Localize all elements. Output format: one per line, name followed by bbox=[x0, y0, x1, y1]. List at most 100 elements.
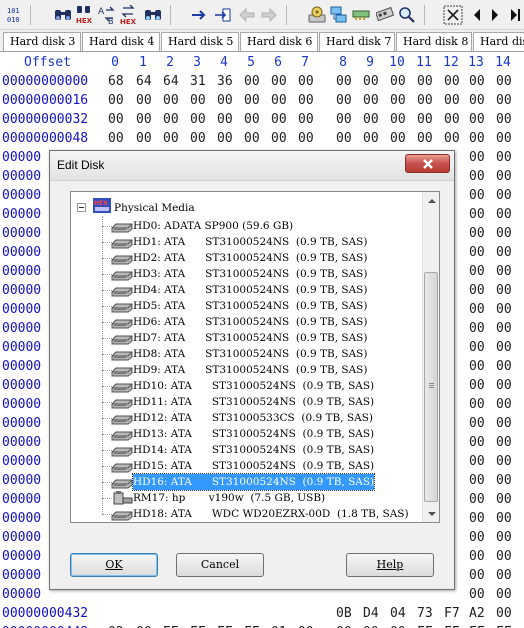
ram-icon[interactable] bbox=[350, 5, 372, 25]
tools-icon[interactable] bbox=[442, 5, 464, 25]
hex-byte[interactable]: 00 bbox=[336, 110, 358, 129]
hex-byte[interactable]: 00 bbox=[244, 72, 266, 91]
hex-byte[interactable]: FF bbox=[244, 623, 266, 628]
hex-byte[interactable]: 00 bbox=[271, 72, 293, 91]
hex-byte[interactable]: 00 bbox=[390, 623, 412, 628]
collapse-toggle[interactable] bbox=[77, 203, 86, 212]
hex-byte[interactable]: 00 bbox=[496, 357, 518, 376]
hex-byte[interactable]: 00 bbox=[496, 300, 518, 319]
hex-row[interactable]: 00000000032 00 00 00 00 00 00 00 00 00 00 00 00 00 00 0… bbox=[0, 110, 524, 129]
back-icon[interactable] bbox=[236, 5, 258, 25]
hex-byte[interactable]: 00 bbox=[469, 319, 491, 338]
hex-byte[interactable]: FF bbox=[496, 623, 518, 628]
hex-byte[interactable]: 00 bbox=[469, 357, 491, 376]
hex-byte[interactable]: 64 bbox=[163, 72, 185, 91]
tree-item-disk[interactable]: HD12: ATA ST31000533CS (0.9 TB, SAS) bbox=[133, 410, 373, 426]
tree-item-disk[interactable]: HD2: ATA ST31000524NS (0.9 TB, SAS) bbox=[133, 250, 367, 266]
hex-byte[interactable]: 68 bbox=[108, 72, 130, 91]
cancel-button[interactable]: Cancel bbox=[176, 553, 264, 577]
open-disk-icon[interactable] bbox=[306, 5, 328, 25]
hex-byte[interactable]: 00 bbox=[469, 186, 491, 205]
hex-byte[interactable]: 00 bbox=[496, 110, 518, 129]
hex-row[interactable]: 000000004480200EEFFFFFF0100000000FFFFFFF… bbox=[0, 623, 524, 628]
hex-byte[interactable]: 00 bbox=[469, 414, 491, 433]
hex-byte[interactable]: 00 bbox=[417, 91, 439, 110]
hex-byte[interactable]: 00 bbox=[217, 110, 239, 129]
hex-byte[interactable]: 00 bbox=[298, 110, 320, 129]
tree-item-disk[interactable]: HD11: ATA ST31000524NS (0.9 TB, SAS) bbox=[133, 394, 374, 410]
next-icon[interactable] bbox=[484, 5, 506, 25]
ram-icon-2[interactable] bbox=[374, 5, 396, 25]
hex-byte[interactable]: 00 bbox=[469, 585, 491, 604]
hex-byte[interactable]: 00 bbox=[298, 72, 320, 91]
hex-byte[interactable]: FF bbox=[444, 623, 466, 628]
hex-byte[interactable]: 00 bbox=[469, 129, 491, 148]
tree-root-physical-media[interactable]: Physical Media bbox=[114, 200, 195, 216]
hex-byte[interactable]: 00 bbox=[108, 91, 130, 110]
hex-byte[interactable]: 00 bbox=[469, 528, 491, 547]
hex-byte[interactable]: 00 bbox=[496, 129, 518, 148]
tab-hard-disk-6[interactable]: Hard disk 6 bbox=[240, 32, 318, 51]
close-button[interactable] bbox=[405, 154, 450, 173]
hex-byte[interactable]: 00 bbox=[469, 509, 491, 528]
hex-byte[interactable]: 00 bbox=[163, 129, 185, 148]
hex-byte[interactable]: 00 bbox=[469, 91, 491, 110]
tab-hard-disk-4[interactable]: Hard disk 4 bbox=[82, 32, 160, 51]
hex-byte[interactable]: 00 bbox=[136, 91, 158, 110]
hex-byte[interactable]: 00 bbox=[469, 395, 491, 414]
hex-byte[interactable]: 00 bbox=[496, 395, 518, 414]
hex-byte[interactable]: FF bbox=[469, 623, 491, 628]
forward-icon[interactable] bbox=[258, 5, 280, 25]
tree-item-disk[interactable]: HD9: ATA ST31000524NS (0.9 TB, SAS) bbox=[133, 362, 367, 378]
tree-item-disk[interactable]: HD15: ATA ST31000524NS (0.9 TB, SAS) bbox=[133, 458, 374, 474]
disk-clone-icon[interactable] bbox=[328, 5, 350, 25]
hex-byte[interactable]: 00 bbox=[390, 129, 412, 148]
hex-byte[interactable]: 00 bbox=[496, 243, 518, 262]
hex-byte[interactable]: 00 bbox=[496, 376, 518, 395]
hex-byte[interactable]: 00 bbox=[496, 414, 518, 433]
hex-byte[interactable]: 00 bbox=[244, 110, 266, 129]
tree-item-disk[interactable]: HD10: ATA ST31000524NS (0.9 TB, SAS) bbox=[133, 378, 374, 394]
hex-byte[interactable]: 00 bbox=[417, 72, 439, 91]
tree-item-disk[interactable]: HD5: ATA ST31000524NS (0.9 TB, SAS) bbox=[133, 298, 367, 314]
arrow-right-icon[interactable] bbox=[188, 5, 210, 25]
hex-byte[interactable]: 00 bbox=[469, 167, 491, 186]
hex-byte[interactable]: F7 bbox=[444, 604, 466, 623]
hex-byte[interactable]: 00 bbox=[496, 452, 518, 471]
hex-byte[interactable]: 00 bbox=[363, 623, 385, 628]
hex-byte[interactable]: 00 bbox=[469, 338, 491, 357]
tree-item-disk[interactable]: HD4: ATA ST31000524NS (0.9 TB, SAS) bbox=[133, 282, 367, 298]
hex-byte[interactable]: 00 bbox=[363, 91, 385, 110]
hex-byte[interactable]: 00 bbox=[469, 148, 491, 167]
hex-byte[interactable]: 00 bbox=[444, 129, 466, 148]
tree-item-disk[interactable]: HD7: ATA ST31000524NS (0.9 TB, SAS) bbox=[133, 330, 367, 346]
hex-byte[interactable]: 00 bbox=[271, 129, 293, 148]
hex-byte[interactable]: 00 bbox=[469, 110, 491, 129]
hex-byte[interactable]: 00 bbox=[444, 110, 466, 129]
hex-byte[interactable]: 00 bbox=[496, 224, 518, 243]
tree-item-disk[interactable]: HD3: ATA ST31000524NS (0.9 TB, SAS) bbox=[133, 266, 367, 282]
hex-byte[interactable]: 00 bbox=[469, 490, 491, 509]
tree-item-disk[interactable]: HD14: ATA ST31000524NS (0.9 TB, SAS) bbox=[133, 442, 374, 458]
hex-byte[interactable]: 0B bbox=[336, 604, 358, 623]
hex-byte[interactable]: 00 bbox=[469, 243, 491, 262]
hex-byte[interactable]: 00 bbox=[496, 604, 518, 623]
tab-hard-disk-7[interactable]: Hard disk 7 bbox=[319, 32, 395, 51]
tab-hard-disk-5[interactable]: Hard disk 5 bbox=[161, 32, 239, 51]
hex-byte[interactable]: 00 bbox=[496, 566, 518, 585]
hex-byte[interactable]: 00 bbox=[390, 110, 412, 129]
hex-byte[interactable]: D4 bbox=[363, 604, 385, 623]
hex-byte[interactable]: 00 bbox=[163, 91, 185, 110]
hex-byte[interactable]: 00 bbox=[469, 72, 491, 91]
hex-byte[interactable]: 00 bbox=[190, 110, 212, 129]
hex-byte[interactable]: 36 bbox=[217, 72, 239, 91]
tab-hard-disk-8[interactable]: Hard disk 8 bbox=[396, 32, 472, 51]
hex-byte[interactable]: 00 bbox=[336, 623, 358, 628]
hex-byte[interactable]: 00 bbox=[190, 91, 212, 110]
hex-byte[interactable]: EE bbox=[163, 623, 185, 628]
hex-row[interactable]: 00000000432 0B D4 04 73 F7 A2 00 bbox=[0, 604, 524, 623]
hex-byte[interactable]: 00 bbox=[136, 110, 158, 129]
hex-byte[interactable]: 00 bbox=[496, 471, 518, 490]
dialog-titlebar[interactable]: Edit Disk bbox=[50, 151, 454, 181]
hex-byte[interactable]: 00 bbox=[496, 262, 518, 281]
